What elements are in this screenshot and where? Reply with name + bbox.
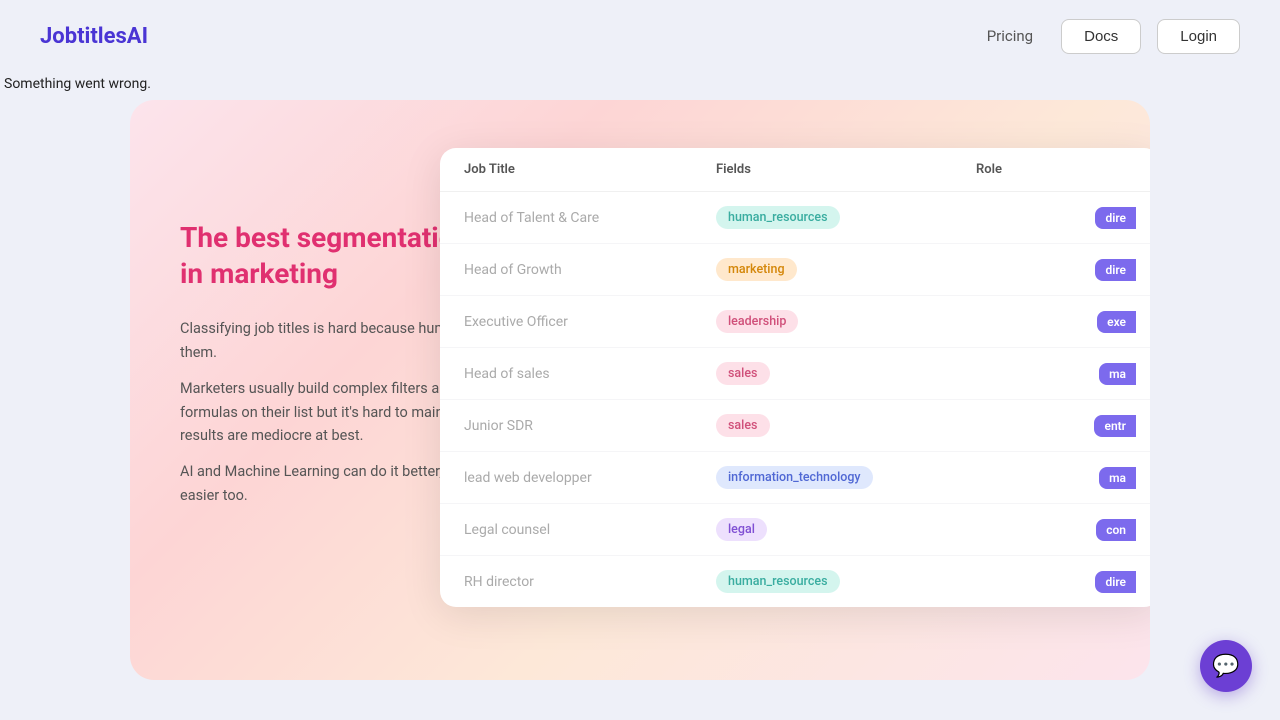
- table-row: Executive Officer leadership exe: [440, 296, 1150, 348]
- nav-right: Pricing Docs Login: [975, 19, 1240, 54]
- error-message: Something went wrong.: [0, 72, 1280, 100]
- cell-fields: sales: [716, 362, 976, 385]
- field-tag: sales: [716, 362, 770, 385]
- role-badge: dire: [1095, 571, 1136, 593]
- role-badge: ma: [1099, 363, 1136, 385]
- col-header-fields: Fields: [716, 162, 976, 177]
- cell-role: dire: [976, 571, 1136, 593]
- hero-section: The best segmentation in marketing Class…: [130, 100, 1150, 680]
- cell-role: dire: [976, 259, 1136, 281]
- chat-icon: 💬: [1212, 654, 1239, 679]
- cell-title: Head of sales: [464, 366, 716, 382]
- cell-title: Head of Talent & Care: [464, 210, 716, 226]
- table-row: lead web developper information_technolo…: [440, 452, 1150, 504]
- cell-fields: information_technology: [716, 466, 976, 489]
- role-badge: ma: [1099, 467, 1136, 489]
- table-panel: Job Title Fields Role Head of Talent & C…: [440, 148, 1150, 607]
- cell-title: RH director: [464, 574, 716, 590]
- cell-fields: sales: [716, 414, 976, 437]
- navbar: JobtitlesAI Pricing Docs Login: [0, 0, 1280, 72]
- docs-button[interactable]: Docs: [1061, 19, 1141, 54]
- login-button[interactable]: Login: [1157, 19, 1240, 54]
- field-tag: sales: [716, 414, 770, 437]
- field-tag: human_resources: [716, 570, 840, 593]
- field-tag: legal: [716, 518, 767, 541]
- cell-title: Executive Officer: [464, 314, 716, 330]
- field-tag: information_technology: [716, 466, 873, 489]
- cell-role: entr: [976, 415, 1136, 437]
- cell-title: Legal counsel: [464, 522, 716, 538]
- table-header: Job Title Fields Role: [440, 148, 1150, 192]
- chat-widget[interactable]: 💬: [1200, 640, 1252, 692]
- role-badge: exe: [1097, 311, 1136, 333]
- table-row: Junior SDR sales entr: [440, 400, 1150, 452]
- field-tag: marketing: [716, 258, 797, 281]
- table-row: Legal counsel legal con: [440, 504, 1150, 556]
- field-tag: leadership: [716, 310, 798, 333]
- table-row: Head of Growth marketing dire: [440, 244, 1150, 296]
- table-row: Head of Talent & Care human_resources di…: [440, 192, 1150, 244]
- cell-title: Head of Growth: [464, 262, 716, 278]
- table-body: Head of Talent & Care human_resources di…: [440, 192, 1150, 607]
- cell-fields: human_resources: [716, 570, 976, 593]
- role-badge: dire: [1095, 207, 1136, 229]
- cell-role: exe: [976, 311, 1136, 333]
- role-badge: entr: [1094, 415, 1136, 437]
- cell-fields: human_resources: [716, 206, 976, 229]
- cell-fields: legal: [716, 518, 976, 541]
- cell-fields: marketing: [716, 258, 976, 281]
- table-row: Head of sales sales ma: [440, 348, 1150, 400]
- cell-role: con: [976, 519, 1136, 541]
- cell-role: ma: [976, 467, 1136, 489]
- field-tag: human_resources: [716, 206, 840, 229]
- cell-role: ma: [976, 363, 1136, 385]
- cell-title: lead web developper: [464, 470, 716, 486]
- role-badge: con: [1096, 519, 1136, 541]
- cell-role: dire: [976, 207, 1136, 229]
- cell-fields: leadership: [716, 310, 976, 333]
- col-header-role: Role: [976, 162, 1136, 177]
- table-row: RH director human_resources dire: [440, 556, 1150, 607]
- logo[interactable]: JobtitlesAI: [40, 24, 148, 49]
- pricing-link[interactable]: Pricing: [975, 19, 1045, 53]
- col-header-title: Job Title: [464, 162, 716, 177]
- role-badge: dire: [1095, 259, 1136, 281]
- cell-title: Junior SDR: [464, 418, 716, 434]
